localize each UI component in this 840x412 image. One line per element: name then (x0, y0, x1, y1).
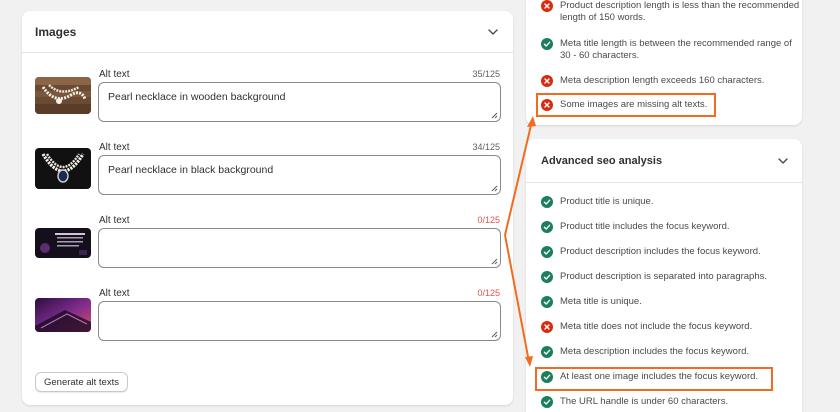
char-counter: 0/125 (477, 215, 500, 225)
chevron-down-icon[interactable] (487, 26, 499, 38)
image-row: Alt text 0/125 (22, 215, 513, 288)
images-card: Images Alt text 35/125 Pearl necklace in… (22, 11, 513, 405)
seo-check-item: Product description includes the focus k… (541, 246, 800, 258)
advanced-seo-header[interactable]: Advanced seo analysis (526, 139, 802, 183)
alt-text-label: Alt text (99, 142, 130, 153)
alt-text-input[interactable]: Pearl necklace in black background (98, 155, 501, 195)
x-circle-icon (541, 0, 553, 12)
x-circle-icon (541, 99, 553, 111)
seo-check-text: Product title includes the focus keyword… (560, 221, 730, 232)
resize-handle-icon[interactable] (491, 331, 498, 338)
x-circle-icon (541, 321, 553, 333)
seo-check-item: Product description length is less than … (541, 0, 800, 24)
check-circle-icon (541, 396, 553, 408)
seo-check-item: At least one image includes the focus ke… (541, 371, 800, 383)
image-thumbnail (35, 77, 91, 114)
seo-check-text: Product description length is less than … (560, 0, 800, 23)
resize-handle-icon[interactable] (491, 258, 498, 265)
check-circle-icon (541, 246, 553, 258)
resize-handle-icon[interactable] (491, 185, 498, 192)
image-row: Alt text 35/125 Pearl necklace in wooden… (22, 69, 513, 142)
check-circle-icon (541, 371, 553, 383)
advanced-seo-title: Advanced seo analysis (541, 154, 663, 167)
image-thumbnail (35, 228, 91, 258)
seo-check-item: Meta title is unique. (541, 296, 800, 308)
check-circle-icon (541, 221, 553, 233)
seo-check-item: Product title includes the focus keyword… (541, 221, 800, 233)
seo-check-text: Meta description length exceeds 160 char… (560, 75, 765, 86)
resize-handle-icon[interactable] (491, 112, 498, 119)
images-card-header[interactable]: Images (22, 11, 513, 53)
image-thumbnail (35, 148, 91, 189)
basic-seo-card: Product description length is less than … (526, 0, 802, 125)
seo-check-item: Meta title does not include the focus ke… (541, 321, 800, 333)
seo-check-text: Some images are missing alt texts. (560, 99, 708, 110)
check-circle-icon (541, 271, 553, 283)
alt-text-value: Pearl necklace in wooden background (108, 91, 286, 103)
seo-check-item: Meta description includes the focus keyw… (541, 346, 800, 358)
image-row: Alt text 0/125 (22, 288, 513, 361)
seo-check-item: Some images are missing alt texts. (541, 99, 800, 111)
alt-text-label: Alt text (99, 69, 130, 80)
seo-check-text: Meta title is unique. (560, 296, 642, 307)
alt-text-input[interactable] (98, 301, 501, 341)
alt-text-value: Pearl necklace in black background (108, 164, 274, 176)
alt-text-input[interactable] (98, 228, 501, 268)
seo-check-text: Meta title does not include the focus ke… (560, 321, 753, 332)
x-circle-icon (541, 75, 553, 87)
seo-check-text: Product description is separated into pa… (560, 271, 768, 282)
seo-check-text: Meta title length is between the recomme… (560, 38, 792, 61)
char-counter: 0/125 (477, 288, 500, 298)
seo-check-item: Product title is unique. (541, 196, 800, 208)
check-circle-icon (541, 346, 553, 358)
seo-check-item: Product description is separated into pa… (541, 271, 800, 283)
advanced-seo-card: Advanced seo analysis Product title is u… (526, 139, 802, 412)
seo-check-text: Product title is unique. (560, 196, 654, 207)
check-circle-icon (541, 196, 553, 208)
seo-check-text: Product description includes the focus k… (560, 246, 761, 257)
seo-check-text: At least one image includes the focus ke… (560, 371, 759, 382)
generate-alt-texts-button[interactable]: Generate alt texts (35, 372, 128, 392)
check-circle-icon (541, 38, 553, 50)
chevron-down-icon[interactable] (777, 155, 789, 167)
seo-check-text: Meta description includes the focus keyw… (560, 346, 750, 357)
char-counter: 34/125 (472, 142, 500, 152)
image-row: Alt text 34/125 Pearl necklace in black … (22, 142, 513, 215)
seo-check-item: Meta description length exceeds 160 char… (541, 75, 800, 87)
image-thumbnail (35, 298, 91, 332)
alt-text-label: Alt text (99, 215, 130, 226)
check-circle-icon (541, 296, 553, 308)
alt-text-label: Alt text (99, 288, 130, 299)
char-counter: 35/125 (472, 69, 500, 79)
seo-check-item: The URL handle is under 60 characters. (541, 396, 800, 408)
seo-check-item: Meta title length is between the recomme… (541, 38, 800, 62)
seo-check-text: The URL handle is under 60 characters. (560, 396, 729, 407)
images-card-title: Images (35, 24, 77, 39)
alt-text-input[interactable]: Pearl necklace in wooden background (98, 82, 501, 122)
